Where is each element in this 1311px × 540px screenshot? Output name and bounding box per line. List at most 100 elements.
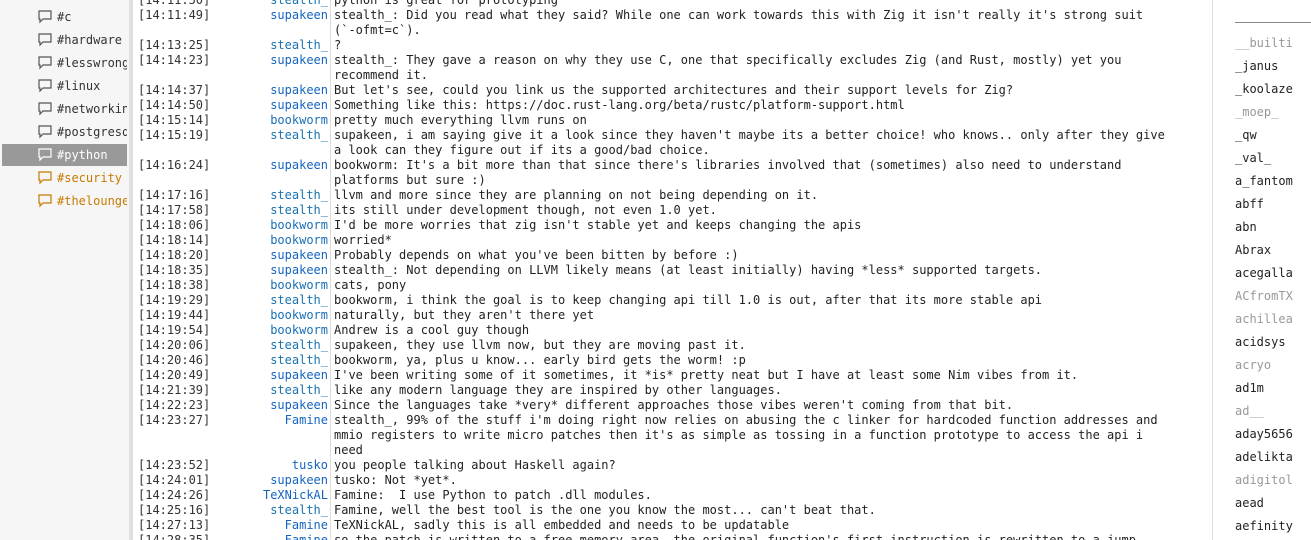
- message-nick[interactable]: bookworm: [213, 308, 330, 323]
- message-timestamp: [14:17:16]: [138, 188, 211, 202]
- message-timestamp: [14:18:38]: [138, 278, 211, 292]
- message-nick[interactable]: stealth_: [213, 203, 330, 218]
- message-row: [14:18:06] bookworm I'd be more worries th…: [133, 218, 1210, 233]
- user-list-item[interactable]: a_fantom: [1235, 174, 1293, 188]
- sidebar-item-label: #hardware: [57, 33, 123, 47]
- sidebar-item-postgresq[interactable]: #postgresq: [2, 121, 127, 143]
- message-text: supakeen, they use llvm now, but they ar…: [334, 338, 746, 352]
- message-nick[interactable]: supakeen: [213, 83, 330, 98]
- chat-bubble-icon: [38, 125, 52, 139]
- message-text: bookworm, i think the goal is to keep ch…: [334, 293, 1043, 307]
- message-nick[interactable]: stealth_: [213, 338, 330, 353]
- user-list-item[interactable]: acidsys: [1235, 335, 1286, 349]
- message-text: Andrew is a cool guy though: [334, 323, 530, 337]
- message-row: [14:24:26] TeXNickAL Famine: I use Python …: [133, 488, 1210, 503]
- sidebar-item-thelounge[interactable]: #thelounge: [2, 190, 127, 212]
- message-nick[interactable]: Famine: [213, 413, 330, 458]
- sidebar-item-label: #python: [57, 148, 108, 162]
- sidebar-item-networkin[interactable]: #networkin: [2, 98, 127, 120]
- message-list: [14:11:50] stealth_ python is great for pr…: [133, 0, 1210, 540]
- user-list-item[interactable]: aday5656: [1235, 427, 1293, 441]
- user-list-item[interactable]: adigitol: [1235, 473, 1293, 487]
- message-nick[interactable]: bookworm: [213, 233, 330, 248]
- message-nick[interactable]: bookworm: [213, 218, 330, 233]
- message-text: stealth_: Not depending on LLVM likely m…: [334, 263, 1043, 277]
- message-text: stealth_, 99% of the stuff i'm doing rig…: [334, 413, 1165, 457]
- message-row: [14:19:29] stealth_ bookworm, i think the …: [133, 293, 1210, 308]
- message-nick[interactable]: bookworm: [213, 278, 330, 293]
- message-timestamp: [14:11:49]: [138, 8, 211, 22]
- message-text: Famine: I use Python to patch .dll modul…: [334, 488, 652, 502]
- message-nick[interactable]: supakeen: [213, 248, 330, 263]
- sidebar-item-python[interactable]: #python: [2, 144, 127, 166]
- message-nick[interactable]: supakeen: [213, 98, 330, 113]
- message-row: [14:17:16] stealth_ llvm and more since th…: [133, 188, 1210, 203]
- message-nick[interactable]: stealth_: [213, 383, 330, 398]
- message-timestamp: [14:18:20]: [138, 248, 211, 262]
- message-timestamp: [14:15:19]: [138, 128, 211, 142]
- sidebar-item-security[interactable]: #security: [2, 167, 127, 189]
- user-list-item[interactable]: _janus: [1235, 59, 1278, 73]
- message-nick[interactable]: TeXNickAL: [213, 488, 330, 503]
- message-nick[interactable]: stealth_: [213, 0, 330, 8]
- sidebar-item-lesswrong[interactable]: #lesswrong: [2, 52, 127, 74]
- sidebar-item-label: #security: [57, 171, 123, 185]
- message-row: [14:18:38] bookworm cats, pony: [133, 278, 1210, 293]
- user-list-item[interactable]: aefinity: [1235, 519, 1293, 533]
- sidebar-item-c[interactable]: #c: [2, 6, 127, 28]
- user-list-item[interactable]: ad__: [1235, 404, 1264, 418]
- message-nick[interactable]: stealth_: [213, 38, 330, 53]
- message-timestamp: [14:19:54]: [138, 323, 211, 337]
- user-list-item[interactable]: Abrax: [1235, 243, 1271, 257]
- message-nick[interactable]: Famine: [213, 533, 330, 540]
- message-row: [14:28:35] Famine so the patch is written …: [133, 533, 1210, 540]
- user-list-item[interactable]: acegalla: [1235, 266, 1293, 280]
- user-list-item[interactable]: abn: [1235, 220, 1257, 234]
- message-text: Famine, well the best tool is the one yo…: [334, 503, 876, 517]
- message-timestamp: [14:16:24]: [138, 158, 211, 172]
- user-list-item[interactable]: aead: [1235, 496, 1264, 510]
- message-row: [14:18:35] supakeen stealth_: Not dependin…: [133, 263, 1210, 278]
- message-text: stealth_: They gave a reason on why they…: [334, 53, 1129, 82]
- message-nick[interactable]: supakeen: [213, 368, 330, 383]
- user-list-item[interactable]: ad1m: [1235, 381, 1264, 395]
- message-nick[interactable]: stealth_: [213, 188, 330, 203]
- message-row: [14:24:01] supakeen tusko: Not *yet*.: [133, 473, 1210, 488]
- user-list-item[interactable]: acryo: [1235, 358, 1271, 372]
- message-nick[interactable]: bookworm: [213, 113, 330, 128]
- user-list-item[interactable]: _val_: [1235, 151, 1271, 165]
- message-timestamp: [14:17:58]: [138, 203, 211, 217]
- user-list-item[interactable]: _qw: [1235, 128, 1257, 142]
- message-text: But let's see, could you link us the sup…: [334, 83, 1014, 97]
- message-nick[interactable]: supakeen: [213, 158, 330, 188]
- sidebar-item-hardware[interactable]: #hardware: [2, 29, 127, 51]
- message-timestamp: [14:14:23]: [138, 53, 211, 67]
- chat-bubble-icon: [38, 102, 52, 116]
- sidebar-item-label: #linux: [57, 79, 101, 93]
- message-nick[interactable]: supakeen: [213, 53, 330, 83]
- user-list-item[interactable]: _moep_: [1235, 105, 1278, 119]
- message-row: [14:14:50] supakeen Something like this: h…: [133, 98, 1210, 113]
- message-nick[interactable]: tusko: [213, 458, 330, 473]
- message-nick[interactable]: bookworm: [213, 323, 330, 338]
- chat-bubble-icon: [38, 56, 52, 70]
- message-nick[interactable]: supakeen: [213, 263, 330, 278]
- user-list-item[interactable]: achillea: [1235, 312, 1293, 326]
- user-list-item[interactable]: adelikta: [1235, 450, 1293, 464]
- sidebar-item-linux[interactable]: #linux: [2, 75, 127, 97]
- message-nick[interactable]: supakeen: [213, 8, 330, 38]
- message-nick[interactable]: Famine: [213, 518, 330, 533]
- message-nick[interactable]: supakeen: [213, 473, 330, 488]
- message-nick[interactable]: stealth_: [213, 293, 330, 308]
- user-list-divider: [1235, 22, 1311, 23]
- user-list-item[interactable]: abff: [1235, 197, 1264, 211]
- message-nick[interactable]: stealth_: [213, 353, 330, 368]
- user-list-item[interactable]: ACfromTX: [1235, 289, 1293, 303]
- user-list-item[interactable]: __builti: [1235, 36, 1293, 50]
- message-nick[interactable]: supakeen: [213, 398, 330, 413]
- message-nick[interactable]: stealth_: [213, 128, 330, 158]
- message-row: [14:19:54] bookworm Andrew is a cool guy t…: [133, 323, 1210, 338]
- chat-bubble-icon: [38, 10, 52, 24]
- message-nick[interactable]: stealth_: [213, 503, 330, 518]
- user-list-item[interactable]: _koolaze: [1235, 82, 1293, 96]
